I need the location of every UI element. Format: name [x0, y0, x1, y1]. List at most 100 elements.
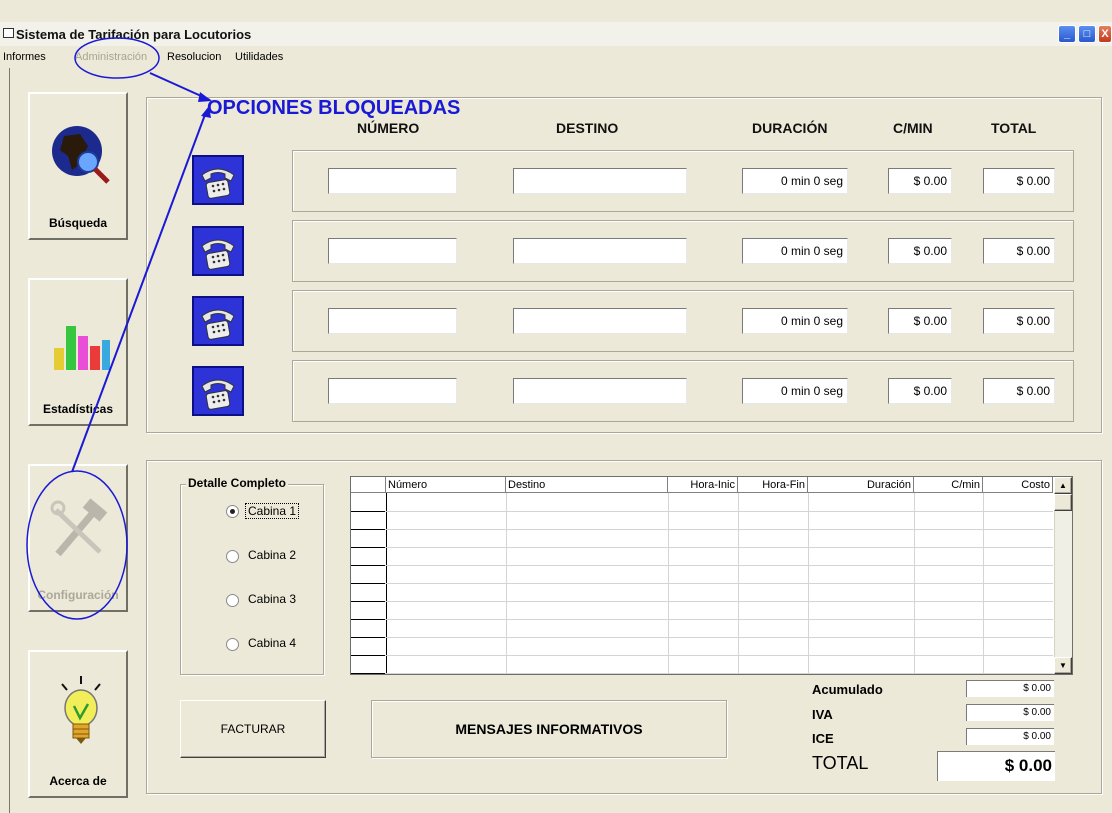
grid-row-header [351, 547, 385, 548]
grid-row-line [351, 565, 1053, 566]
grid-row-line [351, 637, 1053, 638]
grid-row-header [351, 565, 385, 566]
grid-row-line [351, 655, 1053, 656]
cabin-2-phone-button[interactable] [192, 226, 244, 276]
cabin-2-destino[interactable] [513, 238, 687, 264]
grid-divider [506, 493, 507, 674]
radio-cabina-4-label[interactable]: Cabina 4 [245, 636, 299, 650]
grid-col-costo[interactable]: Costo [983, 477, 1053, 493]
grid-row-header [351, 601, 385, 602]
cabin-4-destino[interactable] [513, 378, 687, 404]
iva-value: $ 0.00 [966, 704, 1054, 721]
grid-col-hora-inic[interactable]: Hora-Inic [668, 477, 738, 493]
mensajes-informativos: MENSAJES INFORMATIVOS [371, 700, 727, 758]
grid-col-numero[interactable]: Número [386, 477, 506, 493]
grid-col-destino[interactable]: Destino [506, 477, 668, 493]
header-destino: DESTINO [556, 120, 619, 136]
cabin-3-total[interactable]: $ 0.00 [983, 308, 1055, 334]
arrow-up-icon: ▲ [1059, 481, 1067, 490]
total-label: TOTAL [812, 753, 869, 773]
grid-row-line [351, 583, 1053, 584]
menu-informes[interactable]: Informes [3, 51, 46, 63]
grid-row-line [351, 601, 1053, 602]
menu-utilidades[interactable]: Utilidades [235, 51, 283, 63]
estadisticas-label: Estadísticas [42, 402, 114, 416]
ice-label: ICE [812, 731, 834, 746]
grid-col-cmin[interactable]: C/min [914, 477, 983, 493]
grid-col-hora-fin[interactable]: Hora-Fin [738, 477, 808, 493]
grid-row-header [351, 529, 385, 530]
cabin-2-total[interactable]: $ 0.00 [983, 238, 1055, 264]
calls-grid[interactable]: Número Destino Hora-Inic Hora-Fin Duraci… [350, 476, 1073, 675]
configuracion-button: Configuración [28, 464, 128, 612]
total-value: $ 0.00 [937, 751, 1055, 781]
cabin-4-cmin[interactable]: $ 0.00 [888, 378, 952, 404]
acumulado-value: $ 0.00 [966, 680, 1054, 697]
telephone-icon [201, 309, 235, 340]
grid-row-header [351, 619, 385, 620]
radio-cabina-2-label[interactable]: Cabina 2 [245, 548, 299, 562]
radio-cabina-4[interactable] [226, 638, 239, 651]
estadisticas-button[interactable]: Estadísticas [28, 278, 128, 426]
cabin-1-destino[interactable] [513, 168, 687, 194]
window-left-border [9, 68, 10, 813]
cabin-1-numero[interactable] [328, 168, 457, 194]
grid-divider [808, 493, 809, 674]
grid-col-duracion[interactable]: Duración [808, 477, 914, 493]
cabin-4-duracion[interactable]: 0 min 0 seg [742, 378, 848, 404]
cabin-4-phone-button[interactable] [192, 366, 244, 416]
busqueda-button[interactable]: Búsqueda [28, 92, 128, 240]
cabin-1-phone-button[interactable] [192, 155, 244, 205]
app-icon [3, 28, 14, 38]
grid-divider [983, 493, 984, 674]
scroll-up-button[interactable]: ▲ [1054, 477, 1072, 494]
cabin-4-numero[interactable] [328, 378, 457, 404]
cabin-3-numero[interactable] [328, 308, 457, 334]
cabin-3-phone-button[interactable] [192, 296, 244, 346]
cabin-2-cmin[interactable]: $ 0.00 [888, 238, 952, 264]
acumulado-label: Acumulado [812, 682, 883, 697]
grid-row-line [351, 511, 1053, 512]
acerca-button[interactable]: Acerca de [28, 650, 128, 798]
maximize-icon: □ [1083, 28, 1091, 40]
radio-cabina-2[interactable] [226, 550, 239, 563]
radio-cabina-1-label[interactable]: Cabina 1 [245, 503, 300, 519]
cabin-1-duracion[interactable]: 0 min 0 seg [742, 168, 848, 194]
cabin-3-duracion[interactable]: 0 min 0 seg [742, 308, 848, 334]
acerca-label: Acerca de [49, 774, 107, 788]
close-button[interactable]: X [1098, 25, 1112, 43]
cabin-3-destino[interactable] [513, 308, 687, 334]
facturar-button[interactable]: FACTURAR [180, 700, 326, 758]
radio-cabina-1[interactable] [226, 505, 239, 518]
telephone-icon [201, 379, 235, 410]
minimize-button[interactable]: _ [1058, 25, 1076, 43]
cabin-2-numero[interactable] [328, 238, 457, 264]
cabin-2-duracion[interactable]: 0 min 0 seg [742, 238, 848, 264]
grid-row-line [351, 529, 1053, 530]
arrow-line [149, 72, 211, 101]
radio-cabina-3[interactable] [226, 594, 239, 607]
scroll-thumb[interactable] [1054, 494, 1072, 511]
grid-row-line [351, 673, 1053, 674]
telephone-icon [201, 168, 235, 199]
menu-bar: Informes Administración Resolucion Utili… [0, 48, 1112, 66]
title-bar: Sistema de Tarifación para Locutorios _ … [0, 22, 1112, 46]
ice-value: $ 0.00 [966, 728, 1054, 745]
radio-cabina-3-label[interactable]: Cabina 3 [245, 592, 299, 606]
lightbulb-icon [61, 676, 101, 744]
cabin-1-cmin[interactable]: $ 0.00 [888, 168, 952, 194]
scroll-down-button[interactable]: ▼ [1054, 657, 1072, 674]
tools-icon [50, 498, 108, 557]
cabin-1-total[interactable]: $ 0.00 [983, 168, 1055, 194]
detalle-title: Detalle Completo [186, 476, 289, 490]
cabin-3-cmin[interactable]: $ 0.00 [888, 308, 952, 334]
window-title: Sistema de Tarifación para Locutorios [16, 27, 252, 42]
grid-divider [738, 493, 739, 674]
grid-row-header [351, 655, 385, 656]
menu-resolucion[interactable]: Resolucion [167, 51, 221, 63]
configuracion-label: Configuración [37, 588, 119, 602]
cabin-4-total[interactable]: $ 0.00 [983, 378, 1055, 404]
grid-divider [668, 493, 669, 674]
maximize-button[interactable]: □ [1078, 25, 1096, 43]
grid-row-line [351, 547, 1053, 548]
